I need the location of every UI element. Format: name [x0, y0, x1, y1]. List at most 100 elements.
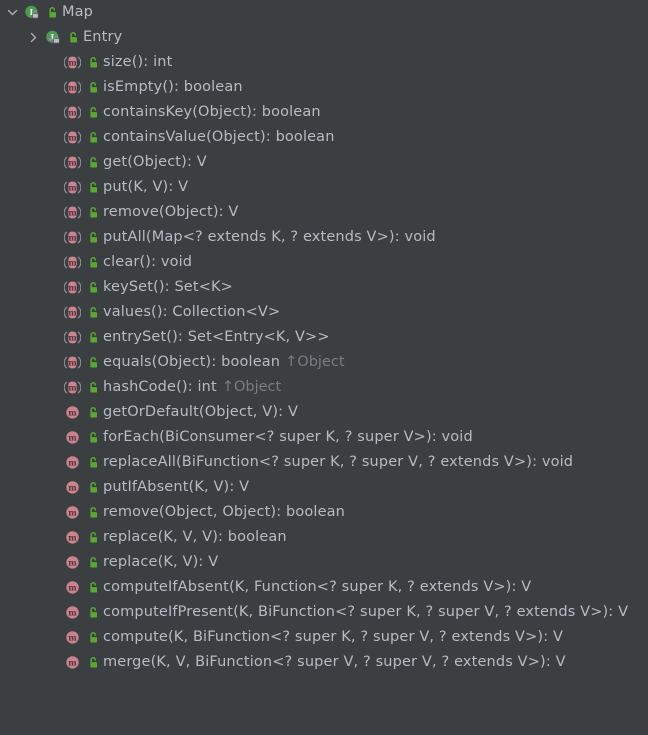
tree-row-label: getOrDefault(Object, V): V	[103, 404, 299, 420]
tree-row[interactable]: m put(K, V): V	[0, 175, 648, 200]
public-unlocked-padlock-icon	[83, 100, 103, 125]
tree-row[interactable]: m getOrDefault(Object, V): V	[0, 400, 648, 425]
abstract-method-icon: m	[62, 150, 83, 175]
tree-row[interactable]: m isEmpty(): boolean	[0, 75, 648, 100]
tree-row[interactable]: m values(): Collection<V>	[0, 300, 648, 325]
svg-text:m: m	[68, 208, 77, 218]
tree-row-label: put(K, V): V	[103, 179, 189, 195]
tree-row[interactable]: m computeIfPresent(K, BiFunction<? super …	[0, 600, 648, 625]
svg-text:m: m	[68, 483, 77, 493]
svg-text:m: m	[68, 308, 77, 318]
tree-row[interactable]: m hashCode(): int ↑Object	[0, 375, 648, 400]
tree-row-label: remove(Object, Object): boolean	[103, 504, 346, 520]
public-unlocked-padlock-icon	[83, 400, 103, 425]
tree-row-label: containsKey(Object): boolean	[103, 104, 321, 120]
tree-row-label: forEach(BiConsumer<? super K, ? super V>…	[103, 429, 473, 445]
tree-row[interactable]: m containsValue(Object): boolean	[0, 125, 648, 150]
chevron-down-icon[interactable]	[4, 0, 21, 25]
abstract-method-icon: m	[62, 225, 83, 250]
tree-row[interactable]: m compute(K, BiFunction<? super K, ? supe…	[0, 625, 648, 650]
tree-row-label: hashCode(): int	[103, 379, 217, 395]
public-unlocked-padlock-icon	[83, 625, 103, 650]
tree-row[interactable]: m merge(K, V, BiFunction<? super V, ? sup…	[0, 650, 648, 675]
svg-text:m: m	[68, 508, 77, 518]
tree-row[interactable]: m replaceAll(BiFunction<? super K, ? supe…	[0, 450, 648, 475]
tree-row-label: isEmpty(): boolean	[103, 79, 243, 95]
tree-row[interactable]: m equals(Object): boolean ↑Object	[0, 350, 648, 375]
public-unlocked-padlock-icon	[83, 350, 103, 375]
tree-row[interactable]: m forEach(BiConsumer<? super K, ? super V…	[0, 425, 648, 450]
default-method-icon: m	[62, 425, 83, 450]
tree-row[interactable]: m putAll(Map<? extends K, ? extends V>): …	[0, 225, 648, 250]
tree-row[interactable]: m replace(K, V): V	[0, 550, 648, 575]
public-unlocked-padlock-icon	[83, 600, 103, 625]
abstract-method-icon: m	[62, 250, 83, 275]
structure-tree[interactable]: I Map I Entry m size(): int m isEmpty(): boolea…	[0, 0, 648, 735]
tree-row[interactable]: m computeIfAbsent(K, Function<? super K, …	[0, 575, 648, 600]
tree-row[interactable]: m putIfAbsent(K, V): V	[0, 475, 648, 500]
svg-text:m: m	[68, 358, 77, 368]
default-method-icon: m	[62, 450, 83, 475]
svg-text:m: m	[68, 658, 77, 668]
public-unlocked-padlock-icon	[83, 500, 103, 525]
default-method-icon: m	[62, 575, 83, 600]
tree-row-label: replaceAll(BiFunction<? super K, ? super…	[103, 454, 574, 470]
tree-row[interactable]: m remove(Object, Object): boolean	[0, 500, 648, 525]
tree-row[interactable]: m replace(K, V, V): boolean	[0, 525, 648, 550]
tree-row[interactable]: m containsKey(Object): boolean	[0, 100, 648, 125]
tree-row-label: get(Object): V	[103, 154, 207, 170]
tree-row[interactable]: m clear(): void	[0, 250, 648, 275]
abstract-method-icon: m	[62, 175, 83, 200]
svg-text:m: m	[68, 558, 77, 568]
svg-text:m: m	[68, 133, 77, 143]
abstract-method-icon: m	[62, 300, 83, 325]
tree-row[interactable]: I Map	[0, 0, 648, 25]
tree-row-label: Map	[62, 4, 94, 20]
abstract-method-icon: m	[62, 125, 83, 150]
public-unlocked-padlock-icon	[83, 225, 103, 250]
public-unlocked-padlock-icon	[83, 75, 103, 100]
chevron-right-icon[interactable]	[25, 25, 42, 50]
svg-text:m: m	[68, 283, 77, 293]
tree-row-label: entrySet(): Set<Entry<K, V>>	[103, 329, 330, 345]
public-unlocked-padlock-icon	[83, 150, 103, 175]
tree-row-label: computeIfAbsent(K, Function<? super K, ?…	[103, 579, 532, 595]
tree-row[interactable]: m size(): int	[0, 50, 648, 75]
svg-text:m: m	[68, 458, 77, 468]
public-unlocked-padlock-icon	[83, 475, 103, 500]
public-unlocked-padlock-icon	[83, 300, 103, 325]
tree-row[interactable]: m remove(Object): V	[0, 200, 648, 225]
tree-row[interactable]: I Entry	[0, 25, 648, 50]
svg-text:m: m	[68, 158, 77, 168]
tree-row[interactable]: m entrySet(): Set<Entry<K, V>>	[0, 325, 648, 350]
nested-interface-icon: I	[42, 25, 63, 50]
svg-text:m: m	[68, 183, 77, 193]
svg-text:m: m	[68, 233, 77, 243]
default-method-icon: m	[62, 525, 83, 550]
public-unlocked-padlock-icon	[42, 0, 62, 25]
public-unlocked-padlock-icon	[83, 325, 103, 350]
tree-row-label: compute(K, BiFunction<? super K, ? super…	[103, 629, 564, 645]
tree-row[interactable]: m get(Object): V	[0, 150, 648, 175]
tree-row[interactable]: m keySet(): Set<K>	[0, 275, 648, 300]
